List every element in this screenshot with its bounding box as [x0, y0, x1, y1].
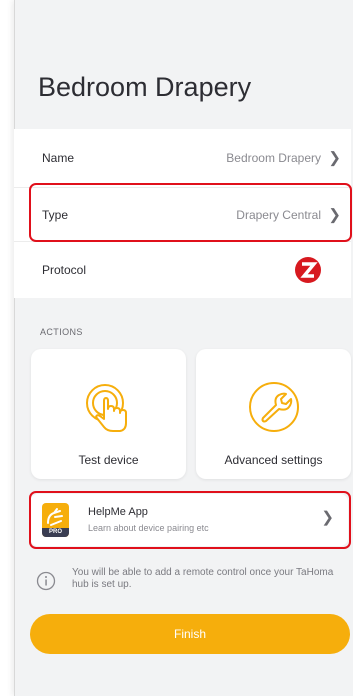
protocol-row: Protocol [14, 242, 351, 298]
name-label: Name [42, 151, 75, 165]
info-text: You will be able to add a remote control… [72, 567, 334, 590]
test-device-label: Test device [78, 453, 139, 467]
finish-button[interactable]: Finish [30, 614, 350, 654]
name-row[interactable]: Name Bedroom Drapery ❯ [14, 129, 351, 187]
advanced-settings-tile[interactable]: Advanced settings [196, 349, 351, 479]
actions-section-label: ACTIONS [40, 327, 83, 337]
info-circle-icon [36, 571, 56, 591]
page-title: Bedroom Drapery [38, 72, 252, 102]
advanced-settings-label: Advanced settings [224, 453, 323, 467]
protocol-label: Protocol [42, 263, 87, 277]
tap-hand-icon [85, 384, 127, 432]
wrench-icon [248, 382, 299, 432]
chevron-right-icon: ❯ [328, 149, 341, 167]
type-highlight-box [29, 183, 352, 242]
helpme-highlight-box [29, 491, 351, 549]
name-value: Bedroom Drapery [226, 151, 321, 165]
app-screen [14, 0, 353, 696]
test-device-tile[interactable]: Test device [31, 349, 186, 479]
zwave-protocol-icon [293, 255, 323, 290]
